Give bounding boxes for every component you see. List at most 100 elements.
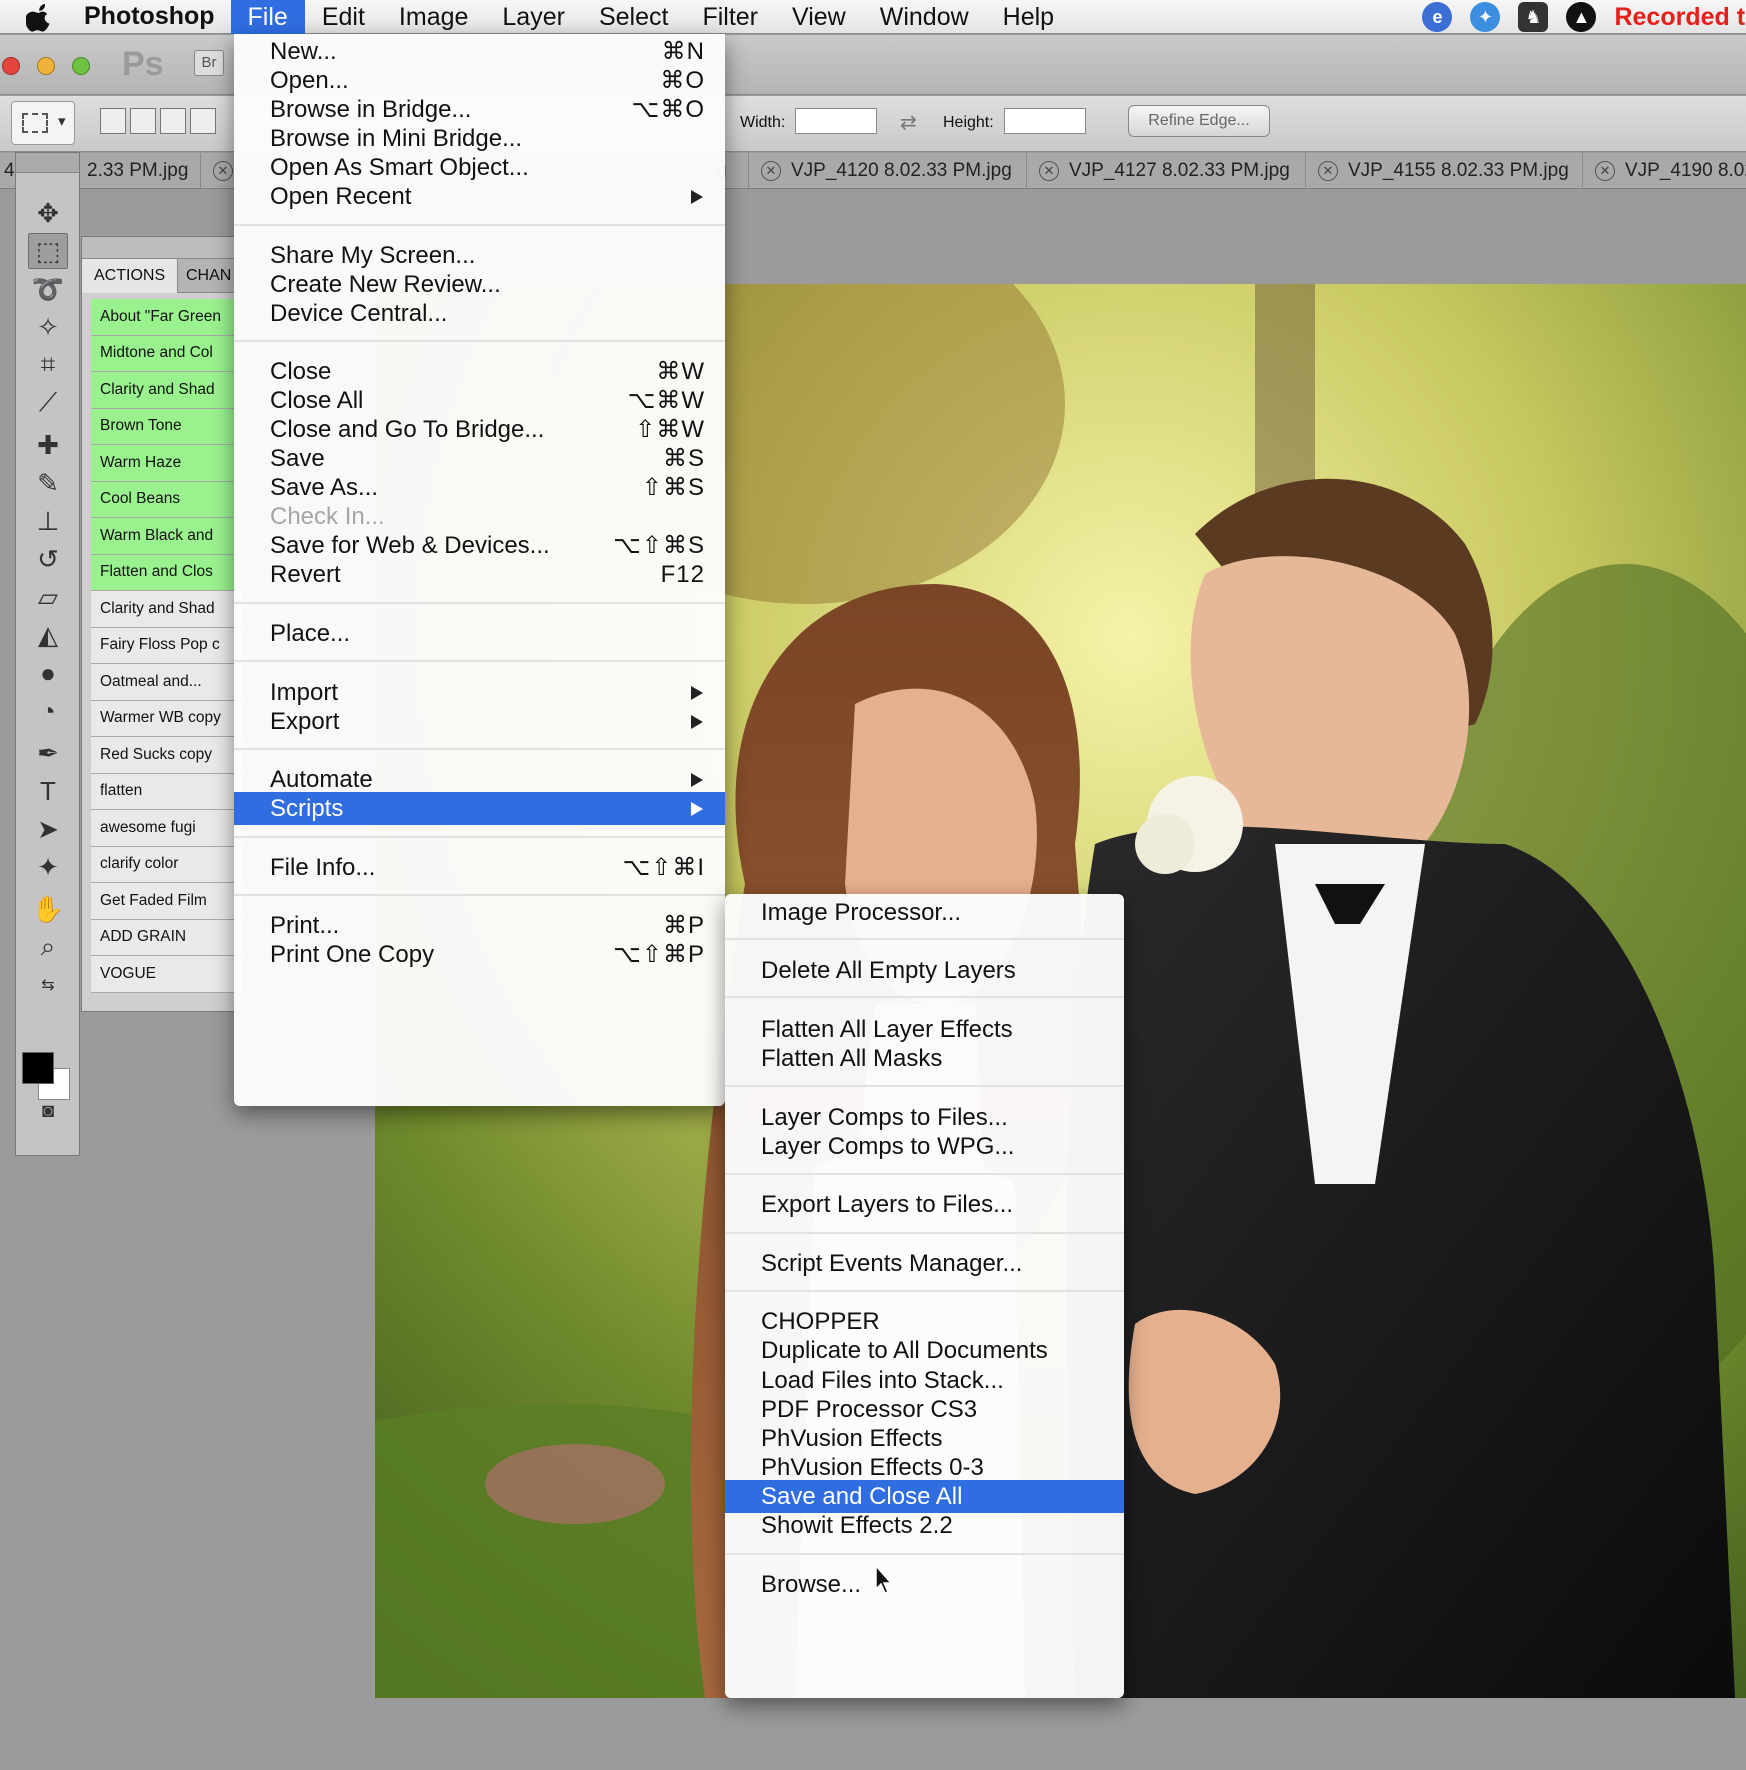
action-item[interactable]: ADD GRAIN bbox=[91, 919, 242, 956]
pen-tool-icon[interactable]: ✒ bbox=[28, 735, 68, 771]
swap-colors-icon[interactable]: ⇆ bbox=[28, 967, 68, 1003]
script-item-layer-comps-to-wpg[interactable]: Layer Comps to WPG... bbox=[725, 1130, 1124, 1163]
action-item[interactable]: Midtone and Col bbox=[91, 335, 242, 372]
menu-item-device-central[interactable]: Device Central... bbox=[234, 297, 725, 330]
action-item[interactable]: Clarity and Shad bbox=[91, 591, 242, 628]
script-item-export-layers-to-files[interactable]: Export Layers to Files... bbox=[725, 1188, 1124, 1221]
menu-item-revert[interactable]: Revert F12 bbox=[234, 558, 725, 591]
blur-tool-icon[interactable]: ● bbox=[28, 655, 68, 691]
close-tab-icon[interactable]: ✕ bbox=[1039, 161, 1059, 181]
tab-channels[interactable]: CHAN bbox=[174, 259, 243, 293]
document-tab[interactable]: 2.33 PM.jpg bbox=[74, 153, 200, 189]
magic-wand-tool-icon[interactable]: ✧ bbox=[28, 309, 68, 345]
action-item[interactable]: VOGUE bbox=[91, 956, 242, 993]
document-tab[interactable]: ✕ VJP_4190 8.02 bbox=[1582, 153, 1746, 189]
actions-panel-titlebar[interactable] bbox=[82, 237, 240, 259]
subtract-selection-button[interactable] bbox=[160, 108, 186, 134]
intersect-selection-button[interactable] bbox=[190, 108, 216, 134]
document-tab[interactable]: ✕ VJP_4120 8.02.33 PM.jpg bbox=[748, 153, 1024, 189]
height-input[interactable] bbox=[1004, 108, 1086, 134]
tools-panel-header[interactable] bbox=[16, 153, 79, 173]
zoom-window-icon[interactable] bbox=[72, 57, 90, 75]
action-item[interactable]: Fairy Floss Pop c bbox=[91, 627, 242, 664]
menu-edit[interactable]: Edit bbox=[305, 0, 382, 34]
menu-item-export[interactable]: Export bbox=[234, 705, 725, 738]
script-item-delete-all-empty-layers[interactable]: Delete All Empty Layers bbox=[725, 954, 1124, 987]
action-item[interactable]: Warm Haze bbox=[91, 445, 242, 482]
foreground-color-swatch[interactable] bbox=[22, 1052, 54, 1084]
action-item[interactable]: Red Sucks copy bbox=[91, 737, 242, 774]
action-item[interactable]: About "Far Green bbox=[91, 299, 242, 336]
close-tab-icon[interactable]: ✕ bbox=[213, 161, 233, 181]
apple-icon[interactable] bbox=[0, 2, 80, 32]
menu-item-open-recent[interactable]: Open Recent bbox=[234, 180, 725, 213]
tool-preset-picker[interactable]: ▾ bbox=[11, 101, 75, 145]
menu-item-place[interactable]: Place... bbox=[234, 617, 725, 650]
menu-filter[interactable]: Filter bbox=[685, 0, 775, 34]
new-selection-button[interactable] bbox=[100, 108, 126, 134]
type-tool-icon[interactable]: T bbox=[28, 773, 68, 809]
evernote-icon[interactable]: ♞ bbox=[1518, 2, 1549, 32]
action-item[interactable]: flatten bbox=[91, 773, 242, 810]
dodge-tool-icon[interactable]: ◔ bbox=[28, 693, 68, 729]
close-tab-icon[interactable]: ✕ bbox=[1318, 161, 1338, 181]
eyedropper-tool-icon[interactable]: ⟋ bbox=[28, 385, 68, 421]
close-tab-icon[interactable]: ✕ bbox=[1595, 161, 1615, 181]
script-item-duplicate-to-all-documents[interactable]: Duplicate to All Documents bbox=[725, 1334, 1124, 1367]
script-item-flatten-all-masks[interactable]: Flatten All Masks bbox=[725, 1042, 1124, 1075]
action-item[interactable]: Warm Black and bbox=[91, 518, 242, 555]
menu-item-file-info[interactable]: File Info... ⌥⇧⌘I bbox=[234, 851, 725, 884]
menu-window[interactable]: Window bbox=[863, 0, 986, 34]
browser-icon[interactable]: e bbox=[1422, 2, 1453, 32]
action-item[interactable]: Flatten and Clos bbox=[91, 554, 242, 591]
history-brush-tool-icon[interactable]: ↺ bbox=[28, 541, 68, 577]
action-item[interactable]: clarify color bbox=[91, 846, 242, 883]
menu-file[interactable]: File bbox=[230, 0, 305, 34]
marquee-tool-icon[interactable]: ⬚ bbox=[28, 233, 68, 269]
creative-cloud-icon[interactable]: ▲ bbox=[1566, 2, 1597, 32]
clone-stamp-tool-icon[interactable]: ⊥ bbox=[28, 503, 68, 539]
menu-item-print-one-copy[interactable]: Print One Copy ⌥⇧⌘P bbox=[234, 938, 725, 971]
path-selection-tool-icon[interactable]: ➤ bbox=[28, 811, 68, 847]
script-item-browse[interactable]: Browse... bbox=[725, 1568, 1124, 1601]
paint-bucket-tool-icon[interactable]: ◭ bbox=[28, 617, 68, 653]
add-selection-button[interactable] bbox=[130, 108, 156, 134]
bridge-button[interactable]: Br bbox=[194, 50, 224, 76]
action-item[interactable]: Clarity and Shad bbox=[91, 372, 242, 409]
menu-view[interactable]: View bbox=[775, 0, 863, 34]
action-item[interactable]: Warmer WB copy bbox=[91, 700, 242, 737]
close-tab-icon[interactable]: ✕ bbox=[761, 161, 781, 181]
refine-edge-button[interactable]: Refine Edge... bbox=[1128, 105, 1270, 137]
lasso-tool-icon[interactable]: ➰ bbox=[28, 271, 68, 307]
menu-image[interactable]: Image bbox=[382, 0, 485, 34]
action-item[interactable]: awesome fugi bbox=[91, 810, 242, 847]
swap-icon[interactable]: ⇄ bbox=[900, 110, 917, 135]
action-item[interactable]: Get Faded Film bbox=[91, 883, 242, 920]
eraser-tool-icon[interactable]: ▱ bbox=[28, 579, 68, 615]
menu-help[interactable]: Help bbox=[986, 0, 1071, 34]
width-input[interactable] bbox=[795, 108, 877, 134]
document-tab[interactable]: ✕ VJP_4127 8.02.33 PM.jpg bbox=[1026, 153, 1302, 189]
brush-tool-icon[interactable]: ✎ bbox=[28, 465, 68, 501]
menu-layer[interactable]: Layer bbox=[485, 0, 582, 34]
shape-tool-icon[interactable]: ✦ bbox=[28, 849, 68, 885]
document-tab[interactable]: ✕ VJP_4155 8.02.33 PM.jpg bbox=[1305, 153, 1581, 189]
script-item-script-events-manager[interactable]: Script Events Manager... bbox=[725, 1247, 1124, 1280]
crop-tool-icon[interactable]: ⌗ bbox=[28, 347, 68, 383]
app-name[interactable]: Photoshop bbox=[80, 2, 231, 31]
script-item-showit-effects-2-2[interactable]: Showit Effects 2.2 bbox=[725, 1509, 1124, 1542]
action-item[interactable]: Cool Beans bbox=[91, 481, 242, 518]
minimize-window-icon[interactable] bbox=[37, 57, 55, 75]
menu-item-scripts[interactable]: Scripts bbox=[234, 792, 725, 825]
zoom-tool-icon[interactable]: ⌕ bbox=[28, 929, 68, 965]
hand-tool-icon[interactable]: ✋ bbox=[28, 891, 68, 927]
action-item[interactable]: Brown Tone bbox=[91, 408, 242, 445]
tab-actions[interactable]: ACTIONS bbox=[82, 259, 179, 293]
healing-brush-tool-icon[interactable]: ✚ bbox=[28, 427, 68, 463]
action-item[interactable]: Oatmeal and... bbox=[91, 664, 242, 701]
move-tool-icon[interactable]: ✥ bbox=[28, 195, 68, 231]
dropbox-icon[interactable]: ✦ bbox=[1470, 2, 1501, 32]
close-window-icon[interactable] bbox=[2, 57, 20, 75]
script-item-image-processor[interactable]: Image Processor... bbox=[725, 896, 1124, 929]
menu-select[interactable]: Select bbox=[582, 0, 685, 34]
